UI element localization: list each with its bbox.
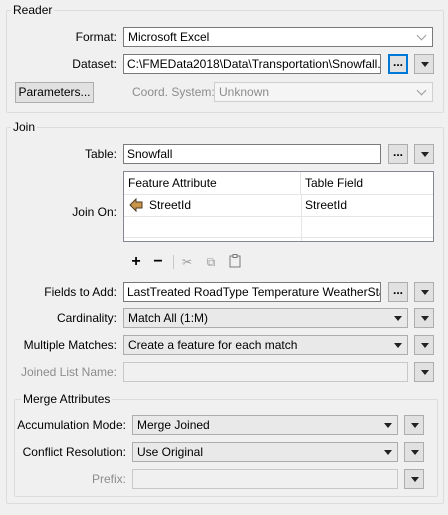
conflict-resolution-select[interactable]: Use Original	[132, 442, 398, 462]
dropdown-arrow-icon	[411, 423, 419, 428]
fields-browse-button[interactable]: ...	[388, 282, 408, 302]
dropdown-arrow-icon	[421, 316, 429, 321]
dropdown-arrow-icon	[421, 370, 429, 375]
dropdown-arrow-icon	[421, 62, 429, 67]
accumulation-mode-value: Merge Joined	[137, 418, 210, 432]
accumulation-mode-label: Accumulation Mode:	[17, 418, 126, 432]
table-field-cell: StreetId	[305, 198, 348, 212]
table-value: Snowfall	[127, 147, 173, 161]
parameters-button[interactable]: Parameters...	[15, 82, 94, 103]
format-value: Microsoft Excel	[128, 30, 210, 44]
join-on-label: Join On:	[72, 205, 117, 219]
join-on-table[interactable]: Feature Attribute Table Field StreetId S…	[123, 171, 434, 242]
remove-icon[interactable]: −	[150, 254, 166, 270]
paste-icon[interactable]	[227, 254, 243, 270]
cardinality-select[interactable]: Match All (1:M)	[123, 308, 408, 328]
format-label: Format:	[75, 30, 117, 44]
dataset-browse-button[interactable]: ...	[388, 54, 408, 74]
coord-system-value: Unknown	[219, 85, 270, 99]
column-header-feature-attribute[interactable]: Feature Attribute	[124, 172, 301, 195]
fields-to-add-label: Fields to Add:	[44, 285, 117, 299]
dropdown-arrow-icon	[384, 423, 392, 428]
table-label: Table:	[84, 147, 117, 161]
row-divider	[124, 237, 433, 238]
dropdown-arrow-icon	[394, 316, 402, 321]
multiple-matches-menu-button[interactable]	[414, 335, 434, 355]
chevron-down-icon	[416, 30, 427, 41]
prefix-label: Prefix:	[91, 472, 126, 486]
join-group-title: Join	[11, 120, 38, 134]
dropdown-arrow-icon	[411, 477, 419, 482]
dropdown-arrow-icon	[421, 152, 429, 157]
dataset-value: C:\FMEData2018\Data\Transportation\Snowf…	[127, 57, 381, 71]
dropdown-arrow-icon	[411, 450, 419, 455]
ellipsis-icon: ...	[392, 55, 403, 69]
dropdown-arrow-icon	[384, 450, 392, 455]
dropdown-arrow-icon	[394, 343, 402, 348]
cut-icon[interactable]: ✂	[179, 254, 195, 270]
dataset-label: Dataset:	[72, 57, 117, 71]
merge-attributes-title: Merge Attributes	[21, 392, 113, 406]
coord-system-label: Coord. System:	[132, 85, 215, 99]
format-select[interactable]: Microsoft Excel	[123, 27, 433, 47]
ellipsis-icon: ...	[392, 145, 403, 159]
cardinality-label: Cardinality:	[56, 311, 117, 325]
parameters-label: Parameters...	[18, 85, 91, 99]
ellipsis-icon: ...	[392, 283, 403, 297]
copy-icon[interactable]: ⧉	[203, 254, 219, 270]
fields-menu-button[interactable]	[414, 282, 434, 302]
conflict-resolution-label: Conflict Resolution:	[22, 445, 126, 459]
add-icon[interactable]: +	[128, 254, 144, 270]
conflict-menu-button[interactable]	[404, 442, 424, 462]
dropdown-arrow-icon	[421, 290, 429, 295]
feature-attribute-cell: StreetId	[149, 198, 192, 212]
multiple-matches-value: Create a feature for each match	[128, 338, 298, 352]
fields-to-add-field[interactable]: LastTreated RoadType Temperature Weather…	[123, 282, 381, 302]
cardinality-menu-button[interactable]	[414, 308, 434, 328]
multiple-matches-label: Multiple Matches:	[23, 338, 117, 352]
dataset-field[interactable]: C:\FMEData2018\Data\Transportation\Snowf…	[123, 54, 381, 74]
conflict-resolution-value: Use Original	[137, 445, 204, 459]
cardinality-value: Match All (1:M)	[128, 311, 209, 325]
prefix-menu-button[interactable]	[404, 469, 424, 489]
joined-list-menu-button[interactable]	[414, 362, 434, 382]
row-divider	[124, 216, 433, 217]
column-header-table-field[interactable]: Table Field	[301, 172, 433, 195]
table-field[interactable]: Snowfall	[123, 144, 381, 164]
table-browse-button[interactable]: ...	[388, 144, 408, 164]
dropdown-arrow-icon	[421, 343, 429, 348]
prefix-field[interactable]	[132, 469, 398, 489]
toolbar-separator	[173, 255, 174, 269]
attribute-arrow-icon	[129, 197, 143, 213]
reader-group-title: Reader	[11, 3, 55, 17]
multiple-matches-select[interactable]: Create a feature for each match	[123, 335, 408, 355]
chevron-down-icon	[416, 85, 427, 96]
table-column-divider	[301, 195, 302, 241]
dataset-menu-button[interactable]	[414, 54, 434, 74]
joined-list-name-label: Joined List Name:	[20, 365, 117, 379]
accumulation-mode-select[interactable]: Merge Joined	[132, 415, 398, 435]
table-row[interactable]: StreetId StreetId	[124, 195, 433, 216]
joined-list-name-field[interactable]	[123, 362, 408, 382]
table-menu-button[interactable]	[414, 144, 434, 164]
accumulation-menu-button[interactable]	[404, 415, 424, 435]
coord-system-select[interactable]: Unknown	[214, 82, 433, 102]
fields-to-add-value: LastTreated RoadType Temperature Weather…	[127, 285, 381, 299]
